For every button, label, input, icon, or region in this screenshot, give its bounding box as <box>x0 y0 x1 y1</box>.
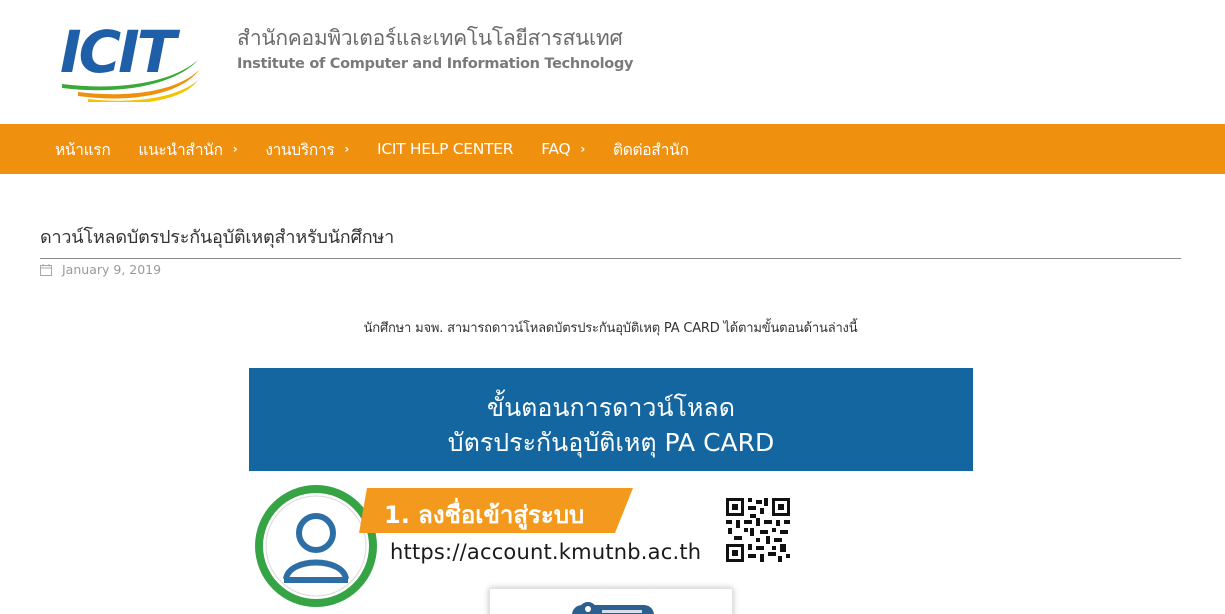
post-title: ดาวน์โหลดบัตรประกันอุบัติเหตุสำหรับนักศึ… <box>40 227 394 248</box>
nav-item-home[interactable]: หน้าแรก <box>41 124 124 174</box>
site-title: สำนักคอมพิวเตอร์และเทคโนโลยีสารสนเทศ <box>237 26 623 50</box>
chevron-right-icon: › <box>580 142 585 156</box>
site-subtitle: Institute of Computer and Information Te… <box>237 56 634 72</box>
svg-text:ICIT: ICIT <box>60 20 181 86</box>
title-divider <box>40 258 1181 259</box>
chevron-right-icon: › <box>344 142 350 156</box>
post-meta: January 9, 2019 <box>40 262 161 277</box>
nav-item-label: ติดต่อสำนัก <box>613 140 689 159</box>
post-date[interactable]: January 9, 2019 <box>62 262 161 277</box>
nav-item-services[interactable]: งานบริการ › <box>251 124 363 174</box>
main-nav: หน้าแรก แนะนำสำนัก › งานบริการ › ICIT HE… <box>0 124 1225 174</box>
nav-item-help-center[interactable]: ICIT HELP CENTER <box>363 124 527 174</box>
step1-url: https://account.kmutnb.ac.th <box>390 540 702 564</box>
nav-item-about[interactable]: แนะนำสำนัก › <box>124 124 251 174</box>
icit-logo[interactable]: ICIT <box>58 18 203 104</box>
nav-item-label: แนะนำสำนัก <box>138 140 223 159</box>
icit-logo-graphic: ICIT <box>60 18 199 104</box>
nav-item-label: งานบริการ <box>265 140 335 159</box>
nav-item-label: FAQ <box>541 140 571 158</box>
calendar-icon <box>40 263 52 276</box>
nav-item-faq[interactable]: FAQ › <box>527 124 599 174</box>
pa-card-infographic: ขั้นตอนการดาวน์โหลด บัตรประกันอุบัติเหตุ… <box>249 368 973 614</box>
step1-label: 1. ลงชื่อเข้าสู่ระบบ <box>384 501 585 529</box>
infographic-banner: ขั้นตอนการดาวน์โหลด บัตรประกันอุบัติเหตุ… <box>249 368 973 471</box>
nav-item-label: ICIT HELP CENTER <box>377 140 514 158</box>
post-intro: นักศึกษา มจพ. สามารถดาวน์โหลดบัตรประกันอ… <box>363 321 858 336</box>
nav-item-label: หน้าแรก <box>55 140 111 159</box>
qr-code-icon <box>726 498 790 562</box>
chevron-right-icon: › <box>232 142 238 156</box>
account-logo-icon <box>572 602 654 614</box>
nav-item-contact[interactable]: ติดต่อสำนัก <box>599 124 703 174</box>
infographic-heading-line2: บัตรประกันอุบัติเหตุ PA CARD <box>447 428 775 457</box>
site-header: ICIT สำนักคอมพิวเตอร์และเทคโนโลยีสารสนเท… <box>0 0 1225 124</box>
login-card-preview <box>489 588 733 614</box>
infographic-heading-line1: ขั้นตอนการดาวน์โหลด <box>487 393 735 422</box>
